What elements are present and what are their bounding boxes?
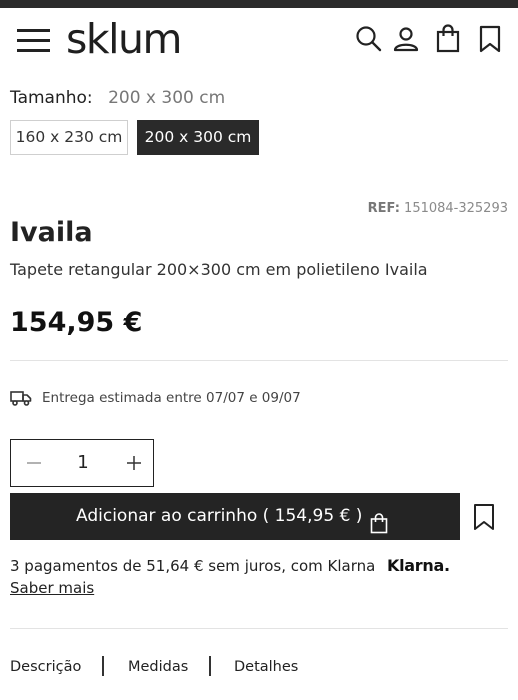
wishlist-bookmark-icon[interactable] xyxy=(472,503,496,531)
tab-separator xyxy=(209,656,211,676)
bag-icon xyxy=(370,506,388,553)
product-title: Ivaila xyxy=(10,217,93,248)
quantity-input[interactable] xyxy=(61,440,105,485)
delivery-text: Entrega estimada entre 07/07 e 09/07 xyxy=(42,390,301,406)
increment-button[interactable] xyxy=(123,452,145,474)
size-option-160x230[interactable]: 160 x 230 cm xyxy=(10,120,128,155)
add-to-cart-button[interactable]: Adicionar ao carrinho ( 154,95 € ) xyxy=(10,493,460,540)
search-icon[interactable] xyxy=(355,24,383,54)
divider xyxy=(10,628,508,629)
size-row: Tamanho: 200 x 300 cm xyxy=(10,86,225,110)
klarna-financing-text: 3 pagamentos de 51,64 € sem juros, com K… xyxy=(10,557,376,575)
learn-more-link[interactable]: Saber mais xyxy=(10,577,94,599)
size-selected-value: 200 x 300 cm xyxy=(108,88,226,108)
size-label: Tamanho: xyxy=(10,88,93,108)
top-bar xyxy=(0,0,518,8)
size-option-200x300[interactable]: 200 x 300 cm xyxy=(137,120,259,155)
tab-medidas[interactable]: Medidas xyxy=(128,656,188,678)
site-header: sklum xyxy=(0,8,518,72)
ref-label: REF: xyxy=(367,201,400,216)
user-icon[interactable] xyxy=(392,24,420,54)
tab-detalhes[interactable]: Detalhes xyxy=(234,656,298,678)
tab-descricao[interactable]: Descrição xyxy=(10,656,81,678)
logo[interactable]: sklum xyxy=(66,14,182,64)
bag-icon[interactable] xyxy=(434,24,462,54)
menu-icon[interactable] xyxy=(17,28,50,52)
bookmark-icon[interactable] xyxy=(476,24,504,54)
add-to-cart-label: Adicionar ao carrinho ( 154,95 € ) xyxy=(76,506,363,526)
divider xyxy=(10,360,508,361)
tab-separator xyxy=(102,656,104,676)
quantity-stepper xyxy=(10,439,154,487)
truck-icon xyxy=(10,390,32,413)
product-ref: REF: 151084-325293 xyxy=(368,201,508,216)
product-price: 154,95 € xyxy=(10,307,143,338)
ref-value: 151084-325293 xyxy=(404,201,508,216)
product-subtitle: Tapete retangular 200×300 cm em polietil… xyxy=(10,260,428,279)
decrement-button[interactable] xyxy=(23,452,45,474)
klarna-logo: Klarna. xyxy=(387,556,450,575)
